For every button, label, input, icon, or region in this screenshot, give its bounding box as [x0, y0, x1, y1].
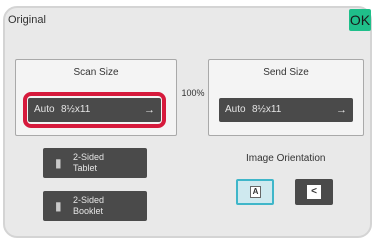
two-sided-booklet-button[interactable]: ▮ 2-Sided Booklet — [43, 191, 147, 221]
two-sided-booklet-label: 2-Sided Booklet — [73, 195, 104, 217]
page-title: Original — [8, 14, 46, 26]
ratio-label: 100% — [181, 88, 205, 98]
tablet-label-line2: Tablet — [73, 163, 98, 173]
orientation-portrait-icon: A — [250, 186, 261, 198]
booklet-icon: ▮ — [55, 199, 62, 213]
two-sided-tablet-label: 2-Sided Tablet — [73, 152, 104, 174]
orientation-landscape-button[interactable]: < — [295, 179, 333, 205]
send-size-title: Send Size — [263, 67, 309, 78]
scan-size-highlight — [23, 92, 166, 128]
arrow-right-icon: → — [336, 104, 347, 116]
booklet-label-line1: 2-Sided — [73, 195, 105, 205]
orientation-landscape-icon: < — [307, 185, 321, 199]
ok-button[interactable]: OK — [349, 9, 371, 31]
scan-size-title: Scan Size — [73, 67, 119, 78]
send-size-button[interactable]: Auto 8½x11 → — [219, 98, 353, 122]
tablet-label-line1: 2-Sided — [73, 152, 105, 162]
two-sided-tablet-button[interactable]: ▮ 2-Sided Tablet — [43, 148, 147, 178]
orientation-portrait-button[interactable]: A — [236, 179, 274, 205]
tablet-icon: ▮ — [55, 156, 62, 170]
send-size-mode: Auto — [225, 104, 246, 115]
send-size-value: 8½x11 — [252, 104, 282, 115]
image-orientation-label: Image Orientation — [246, 153, 326, 164]
booklet-label-line2: Booklet — [73, 206, 104, 216]
